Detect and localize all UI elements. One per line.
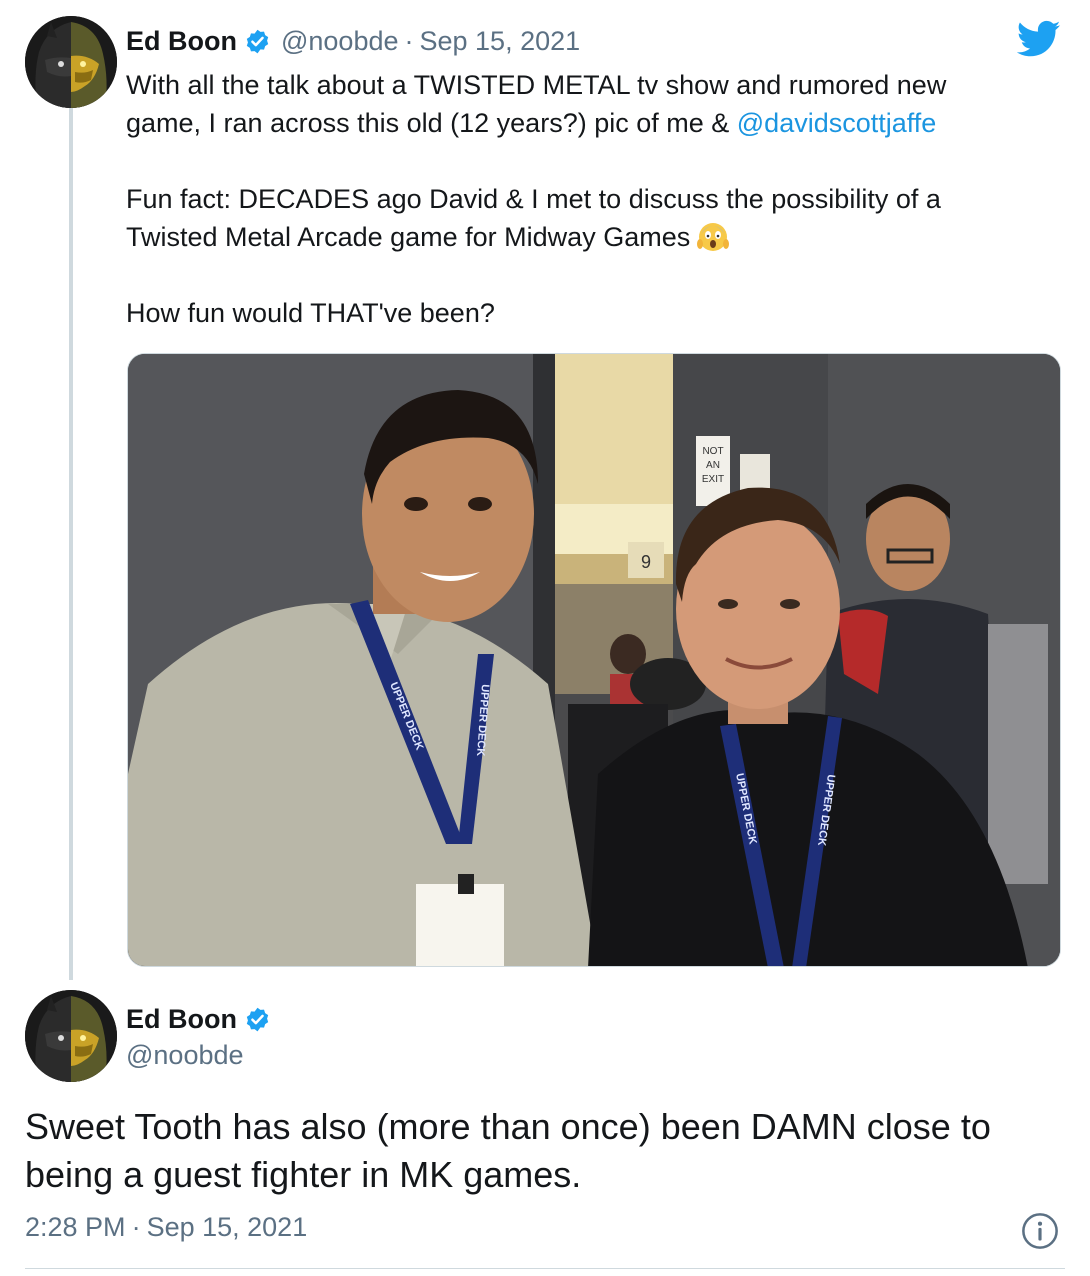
bottom-divider bbox=[25, 1268, 1065, 1269]
verified-badge-icon bbox=[246, 29, 269, 53]
sign-text: EXIT bbox=[702, 474, 724, 485]
twitter-bird-icon[interactable] bbox=[1017, 20, 1061, 58]
tweet-text-line: How fun would THAT've been? bbox=[126, 298, 495, 328]
author-handle[interactable]: @noobde bbox=[281, 26, 399, 57]
avatar-image bbox=[25, 16, 117, 108]
thread-connector-line bbox=[69, 108, 73, 980]
reply-text-line: being a guest fighter in MK games. bbox=[25, 1154, 582, 1195]
verified-badge-icon bbox=[246, 1007, 269, 1031]
photo-image: NOT AN EXIT 9 UPPER DECK UPPER DECK UPPE… bbox=[128, 354, 1060, 966]
tweet-text-line: Fun fact: DECADES ago David & I met to d… bbox=[126, 184, 941, 214]
reply-name-row: Ed Boon bbox=[126, 1000, 271, 1038]
tweet-text-fragment: game, I ran across this old (12 years?) … bbox=[126, 108, 737, 138]
tweet-text-fragment: Twisted Metal Arcade game for Midway Gam… bbox=[126, 222, 691, 252]
reply-text-line: Sweet Tooth has also (more than once) be… bbox=[25, 1106, 991, 1147]
sign-text: AN bbox=[706, 460, 720, 471]
separator-dot: · bbox=[404, 25, 414, 56]
tweet-photo[interactable]: NOT AN EXIT 9 UPPER DECK UPPER DECK UPPE… bbox=[127, 353, 1061, 967]
info-icon[interactable] bbox=[1021, 1212, 1059, 1250]
avatar-image bbox=[25, 990, 117, 1082]
author-avatar[interactable] bbox=[25, 16, 117, 108]
tweet-text-line: Twisted Metal Arcade game for Midway Gam… bbox=[126, 218, 1046, 256]
tweet-text-line: game, I ran across this old (12 years?) … bbox=[126, 104, 1046, 142]
tweet-text: With all the talk about a TWISTED METAL … bbox=[126, 66, 1046, 332]
reply-text: Sweet Tooth has also (more than once) be… bbox=[25, 1103, 1065, 1199]
reply-time: 2:28 PM bbox=[25, 1212, 126, 1242]
face-screaming-in-fear-icon bbox=[697, 223, 730, 251]
tweet-date[interactable]: Sep 15, 2021 bbox=[420, 26, 581, 57]
reply-author-handle[interactable]: @noobde bbox=[126, 1040, 244, 1071]
author-name[interactable]: Ed Boon bbox=[126, 26, 237, 57]
reply-author-avatar[interactable] bbox=[25, 990, 117, 1082]
tweet-text-line: With all the talk about a TWISTED METAL … bbox=[126, 70, 947, 100]
reply-timestamp[interactable]: 2:28 PM · Sep 15, 2021 bbox=[25, 1212, 307, 1243]
mention-link[interactable]: @davidscottjaffe bbox=[737, 108, 937, 138]
reply-date: Sep 15, 2021 bbox=[146, 1212, 308, 1242]
door-number: 9 bbox=[641, 552, 651, 572]
separator-dot: · bbox=[131, 1212, 141, 1242]
reply-author-name[interactable]: Ed Boon bbox=[126, 1004, 237, 1035]
tweet-header: Ed Boon @noobde · Sep 15, 2021 bbox=[126, 22, 580, 60]
sign-text: NOT bbox=[702, 446, 723, 457]
